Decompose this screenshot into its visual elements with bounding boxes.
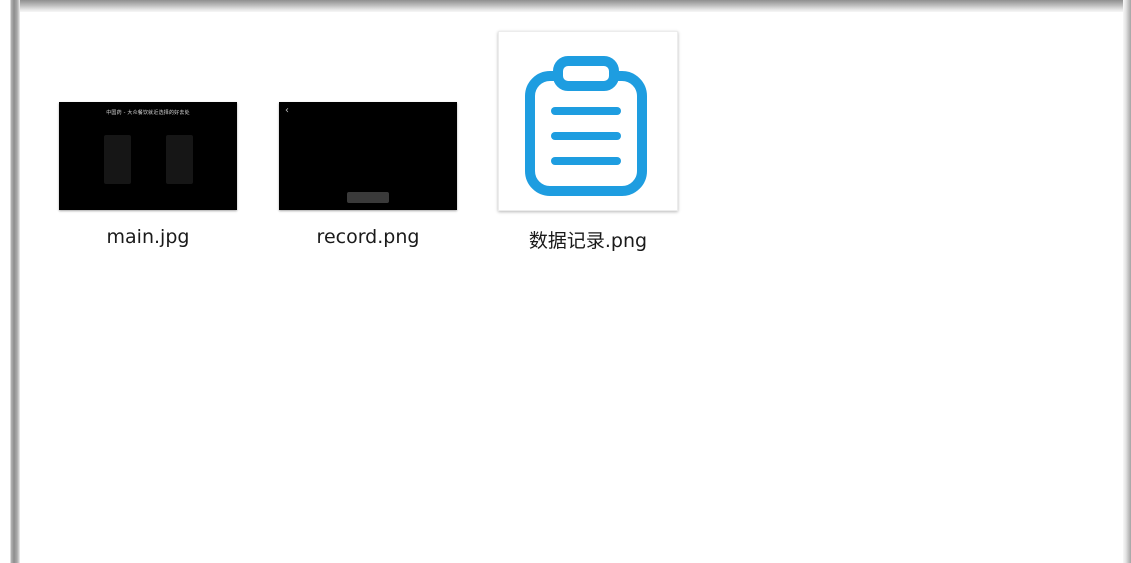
file-list-pane[interactable]: 中国药 - 大众餐饮就近选择的好去处 main.jpg ‹ record.png… [20,12,1123,563]
window-frame-top [0,0,1131,12]
thumbnail-left-panel [104,135,131,184]
file-item-record-png[interactable]: ‹ record.png [279,102,457,272]
thumbnail-button [347,192,389,203]
back-arrow-icon: ‹ [285,105,289,116]
file-item-main-jpg[interactable]: 中国药 - 大众餐饮就近选择的好去处 main.jpg [59,102,237,272]
file-thumbnail-record-png: ‹ [279,102,457,210]
file-name-label: main.jpg [106,226,190,248]
thumbnail-caption-text: 中国药 - 大众餐饮就近选择的好去处 [106,110,190,116]
file-thumbnail-data-record-png [498,31,678,211]
file-thumbnail-main-jpg: 中国药 - 大众餐饮就近选择的好去处 [59,102,237,210]
window-frame-right [1123,0,1131,563]
file-item-data-record-png[interactable]: 数据记录.png [498,31,678,272]
thumbnail-right-panel [166,135,193,184]
window-frame-left [0,0,20,563]
file-name-label: 数据记录.png [528,230,648,252]
clipboard-list-icon [525,56,647,196]
file-name-label: record.png [316,226,420,248]
